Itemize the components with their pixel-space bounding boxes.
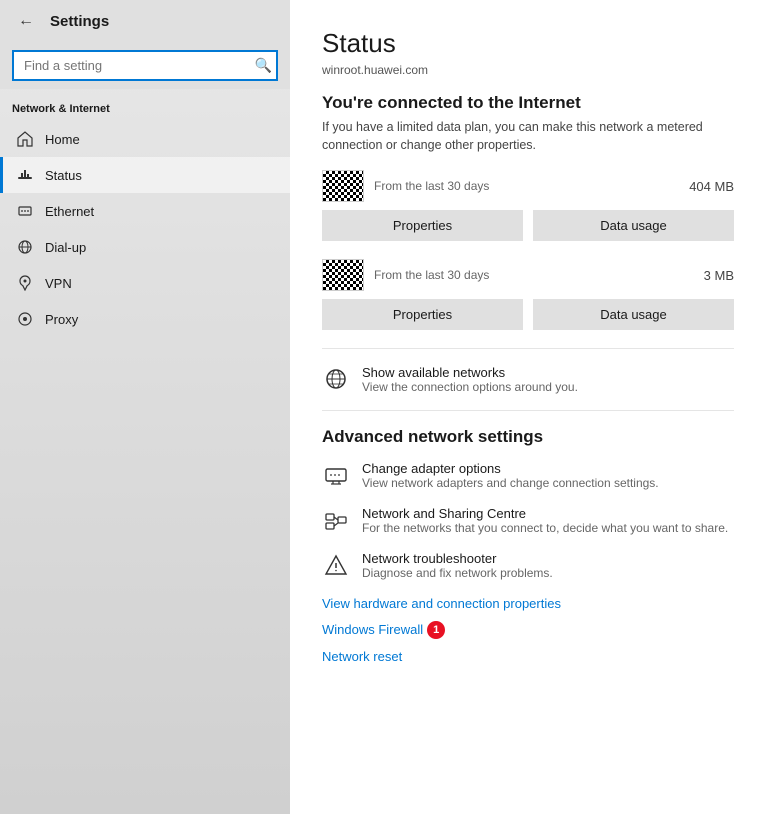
troubleshooter-row[interactable]: Network troubleshooter Diagnose and fix … bbox=[322, 551, 734, 580]
network-usage-1: 404 MB bbox=[689, 179, 734, 194]
sidebar-header: ← Settings bbox=[0, 0, 290, 42]
ethernet-icon bbox=[15, 203, 35, 219]
sidebar: ← Settings 🔍 Network & Internet Home Sta… bbox=[0, 0, 290, 814]
firewall-badge: 1 bbox=[427, 621, 445, 639]
network-label-1: From the last 30 days bbox=[374, 179, 489, 193]
firewall-link[interactable]: Windows Firewall bbox=[322, 622, 423, 637]
globe-icon bbox=[322, 365, 350, 393]
sharing-centre-row[interactable]: Network and Sharing Centre For the netwo… bbox=[322, 506, 734, 535]
sharing-title: Network and Sharing Centre bbox=[362, 506, 734, 521]
data-usage-button-1[interactable]: Data usage bbox=[533, 210, 734, 241]
status-label: Status bbox=[45, 168, 82, 183]
sidebar-item-dialup[interactable]: Dial-up bbox=[0, 229, 290, 265]
show-networks-title: Show available networks bbox=[362, 365, 734, 380]
network-info-row-1: From the last 30 days 404 MB bbox=[322, 170, 734, 202]
adapter-icon bbox=[322, 461, 350, 489]
vpn-label: VPN bbox=[45, 276, 72, 291]
network-reset-link[interactable]: Network reset bbox=[322, 649, 734, 664]
advanced-heading: Advanced network settings bbox=[322, 427, 734, 447]
firewall-link-row: Windows Firewall 1 bbox=[322, 621, 734, 639]
network-btn-row-1: Properties Data usage bbox=[322, 210, 734, 241]
adapter-options-text: Change adapter options View network adap… bbox=[362, 461, 734, 490]
home-label: Home bbox=[45, 132, 80, 147]
troubleshooter-desc: Diagnose and fix network problems. bbox=[362, 566, 734, 580]
sidebar-item-ethernet[interactable]: Ethernet bbox=[0, 193, 290, 229]
data-usage-button-2[interactable]: Data usage bbox=[533, 299, 734, 330]
adapter-desc: View network adapters and change connect… bbox=[362, 476, 734, 490]
status-icon bbox=[15, 167, 35, 183]
proxy-icon bbox=[15, 311, 35, 327]
troubleshooter-text: Network troubleshooter Diagnose and fix … bbox=[362, 551, 734, 580]
adapter-options-row[interactable]: Change adapter options View network adap… bbox=[322, 461, 734, 490]
show-networks-desc: View the connection options around you. bbox=[362, 380, 734, 394]
proxy-label: Proxy bbox=[45, 312, 78, 327]
show-networks-row[interactable]: Show available networks View the connect… bbox=[322, 365, 734, 394]
properties-button-2[interactable]: Properties bbox=[322, 299, 523, 330]
subtitle: winroot.huawei.com bbox=[322, 63, 734, 77]
warning-icon bbox=[322, 551, 350, 579]
sidebar-item-vpn[interactable]: VPN bbox=[0, 265, 290, 301]
network-usage-2: 3 MB bbox=[704, 268, 734, 283]
network-card-1: From the last 30 days 404 MB Properties … bbox=[322, 170, 734, 241]
divider bbox=[322, 348, 734, 349]
section-label: Network & Internet bbox=[0, 89, 290, 121]
network-info-left-1: From the last 30 days bbox=[322, 170, 489, 202]
network-icon-2 bbox=[322, 259, 364, 291]
dialup-icon bbox=[15, 239, 35, 255]
divider-2 bbox=[322, 410, 734, 411]
network-label-2: From the last 30 days bbox=[374, 268, 489, 282]
network-info-left-2: From the last 30 days bbox=[322, 259, 489, 291]
search-container: 🔍 bbox=[0, 42, 290, 89]
main-panel: Status winroot.huawei.com You're connect… bbox=[290, 0, 766, 814]
network-card-2: From the last 30 days 3 MB Properties Da… bbox=[322, 259, 734, 330]
network-btn-row-2: Properties Data usage bbox=[322, 299, 734, 330]
network-days-1: From the last 30 days bbox=[374, 179, 489, 193]
show-networks-text: Show available networks View the connect… bbox=[362, 365, 734, 394]
network-days-2: From the last 30 days bbox=[374, 268, 489, 282]
home-icon bbox=[15, 131, 35, 147]
search-input[interactable] bbox=[12, 50, 278, 81]
adapter-title: Change adapter options bbox=[362, 461, 734, 476]
vpn-icon bbox=[15, 275, 35, 291]
network-info-row-2: From the last 30 days 3 MB bbox=[322, 259, 734, 291]
sidebar-item-status[interactable]: Status bbox=[0, 157, 290, 193]
back-button[interactable]: ← bbox=[12, 10, 40, 32]
hardware-link[interactable]: View hardware and connection properties bbox=[322, 596, 734, 611]
network-icon-1 bbox=[322, 170, 364, 202]
search-wrapper: 🔍 bbox=[12, 50, 278, 81]
ethernet-label: Ethernet bbox=[45, 204, 94, 219]
app-title: Settings bbox=[50, 13, 109, 30]
sharing-icon bbox=[322, 506, 350, 534]
troubleshooter-title: Network troubleshooter bbox=[362, 551, 734, 566]
sidebar-item-home[interactable]: Home bbox=[0, 121, 290, 157]
sharing-desc: For the networks that you connect to, de… bbox=[362, 521, 734, 535]
sharing-text: Network and Sharing Centre For the netwo… bbox=[362, 506, 734, 535]
dialup-label: Dial-up bbox=[45, 240, 86, 255]
connected-heading: You're connected to the Internet bbox=[322, 93, 734, 113]
search-icon-button[interactable]: 🔍 bbox=[255, 57, 272, 74]
properties-button-1[interactable]: Properties bbox=[322, 210, 523, 241]
sidebar-item-proxy[interactable]: Proxy bbox=[0, 301, 290, 337]
page-title: Status bbox=[322, 28, 734, 59]
connected-desc: If you have a limited data plan, you can… bbox=[322, 119, 734, 154]
